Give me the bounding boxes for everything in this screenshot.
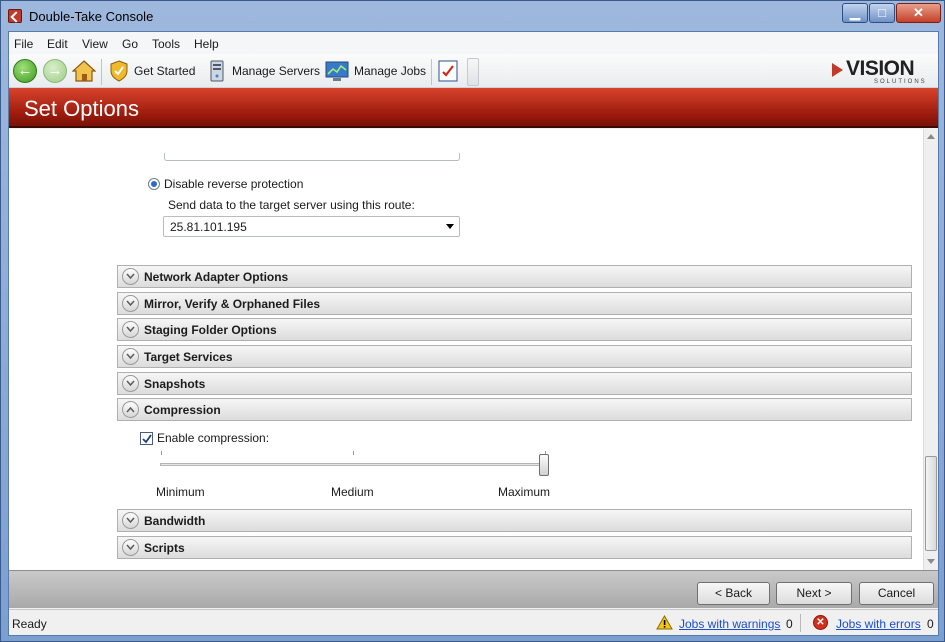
application-window: Double-Take Console ▁ □ ✕ File Edit View… xyxy=(0,0,945,642)
shield-icon xyxy=(110,60,128,82)
vision-solutions-logo: VISION SOLUTIONS xyxy=(828,57,926,87)
slider-minimum-label: Minimum xyxy=(156,485,205,499)
warnings-count: 0 xyxy=(786,617,793,631)
status-bar: Ready Jobs with warnings 0 ✕ Jobs with e… xyxy=(9,609,938,635)
window-title: Double-Take Console xyxy=(29,9,154,24)
close-button[interactable]: ✕ xyxy=(896,3,941,23)
errors-count: 0 xyxy=(927,617,934,631)
section-label: Staging Folder Options xyxy=(144,323,277,337)
back-arrow-icon[interactable]: ← xyxy=(13,59,37,83)
section-target-services[interactable]: Target Services xyxy=(117,345,912,368)
logo-subtext: SOLUTIONS xyxy=(874,79,927,85)
slider-tick xyxy=(161,451,162,455)
get-started-button[interactable]: Get Started xyxy=(109,58,195,84)
scroll-up-icon[interactable] xyxy=(927,134,935,139)
checklist-icon[interactable] xyxy=(437,60,459,82)
compression-slider-thumb[interactable] xyxy=(539,454,549,476)
chevron-down-icon xyxy=(446,224,454,229)
section-staging-folder-options[interactable]: Staging Folder Options xyxy=(117,318,912,341)
slider-maximum-label: Maximum xyxy=(498,485,551,499)
enable-compression-checkbox[interactable] xyxy=(140,432,153,445)
scroll-down-icon[interactable] xyxy=(927,559,935,564)
chevron-down-icon[interactable] xyxy=(122,348,139,365)
route-select[interactable]: 25.81.101.195 xyxy=(163,216,460,237)
forward-arrow-icon[interactable]: → xyxy=(43,59,67,83)
toolbar: ← → Get Started Manage Servers Manage Jo… xyxy=(9,54,938,88)
chevron-down-icon[interactable] xyxy=(122,375,139,392)
section-label: Snapshots xyxy=(144,377,206,391)
logo-mark-icon xyxy=(832,63,843,77)
status-text: Ready xyxy=(12,617,47,631)
menu-help[interactable]: Help xyxy=(194,37,219,51)
maximize-button[interactable]: □ xyxy=(869,3,895,23)
section-label: Compression xyxy=(144,403,221,417)
menu-bar: File Edit View Go Tools Help xyxy=(9,32,938,54)
manage-jobs-label: Manage Jobs xyxy=(354,64,427,78)
section-label: Mirror, Verify & Orphaned Files xyxy=(144,297,321,311)
chevron-down-icon[interactable] xyxy=(122,321,139,338)
wizard-button-bar: < Back Next > Cancel xyxy=(9,570,938,608)
route-label: Send data to the target server using thi… xyxy=(168,198,415,212)
menu-tools[interactable]: Tools xyxy=(152,37,180,51)
section-label: Scripts xyxy=(144,541,185,555)
chevron-down-icon[interactable] xyxy=(122,295,139,312)
enable-compression-label: Enable compression: xyxy=(157,431,270,445)
section-label: Target Services xyxy=(144,350,233,364)
logo-text: VISION xyxy=(846,57,915,80)
error-icon: ✕ xyxy=(813,615,828,630)
status-divider xyxy=(800,614,801,632)
slider-medium-label: Medium xyxy=(331,485,374,499)
slider-tick xyxy=(353,451,354,455)
options-panel: Disable reverse protection Send data to … xyxy=(9,129,938,570)
get-started-label: Get Started xyxy=(134,64,196,78)
section-compression[interactable]: Compression xyxy=(117,398,912,421)
server-icon xyxy=(210,60,224,82)
monitor-icon xyxy=(325,61,349,81)
section-mirror-verify-orphaned-files[interactable]: Mirror, Verify & Orphaned Files xyxy=(117,292,912,315)
disable-reverse-protection-radio[interactable] xyxy=(148,178,160,190)
home-icon[interactable] xyxy=(72,60,96,82)
next-button[interactable]: Next > xyxy=(776,582,852,605)
page-banner: Set Options xyxy=(9,88,938,128)
menu-file[interactable]: File xyxy=(14,37,33,51)
toolbar-separator xyxy=(101,59,102,85)
section-bandwidth[interactable]: Bandwidth xyxy=(117,509,912,532)
checkmark-icon xyxy=(142,434,152,444)
title-bar[interactable]: Double-Take Console ▁ □ ✕ xyxy=(1,1,944,31)
menu-edit[interactable]: Edit xyxy=(47,37,68,51)
chevron-down-icon[interactable] xyxy=(122,268,139,285)
section-network-adapter-options[interactable]: Network Adapter Options xyxy=(117,265,912,288)
manage-servers-button[interactable]: Manage Servers xyxy=(207,58,320,84)
app-icon xyxy=(8,9,22,23)
client-area: File Edit View Go Tools Help ← → Get Sta… xyxy=(8,31,939,636)
previous-field-remnant xyxy=(164,153,460,161)
jobs-with-errors-link[interactable]: Jobs with errors xyxy=(836,617,921,631)
menu-go[interactable]: Go xyxy=(122,37,138,51)
section-label: Bandwidth xyxy=(144,514,206,528)
section-snapshots[interactable]: Snapshots xyxy=(117,372,912,395)
disable-reverse-protection-label: Disable reverse protection xyxy=(164,177,304,191)
chevron-up-icon[interactable] xyxy=(122,401,139,418)
compression-slider-track[interactable] xyxy=(160,463,548,466)
vertical-scrollbar[interactable] xyxy=(923,129,938,570)
manage-servers-label: Manage Servers xyxy=(232,64,321,78)
back-button[interactable]: < Back xyxy=(697,582,770,605)
menu-view[interactable]: View xyxy=(82,37,108,51)
cancel-button[interactable]: Cancel xyxy=(859,582,934,605)
toolbar-separator xyxy=(431,59,432,85)
manage-jobs-button[interactable]: Manage Jobs xyxy=(325,58,426,84)
scrollbar-thumb[interactable] xyxy=(925,456,937,551)
chevron-down-icon[interactable] xyxy=(122,512,139,529)
toolbar-overflow-handle[interactable] xyxy=(467,58,479,86)
warning-icon xyxy=(656,615,673,630)
section-scripts[interactable]: Scripts xyxy=(117,536,912,559)
section-label: Network Adapter Options xyxy=(144,270,289,284)
minimize-button[interactable]: ▁ xyxy=(842,3,868,23)
jobs-with-warnings-link[interactable]: Jobs with warnings xyxy=(679,617,780,631)
route-value: 25.81.101.195 xyxy=(170,220,247,234)
page-title: Set Options xyxy=(24,96,139,121)
chevron-down-icon[interactable] xyxy=(122,539,139,556)
